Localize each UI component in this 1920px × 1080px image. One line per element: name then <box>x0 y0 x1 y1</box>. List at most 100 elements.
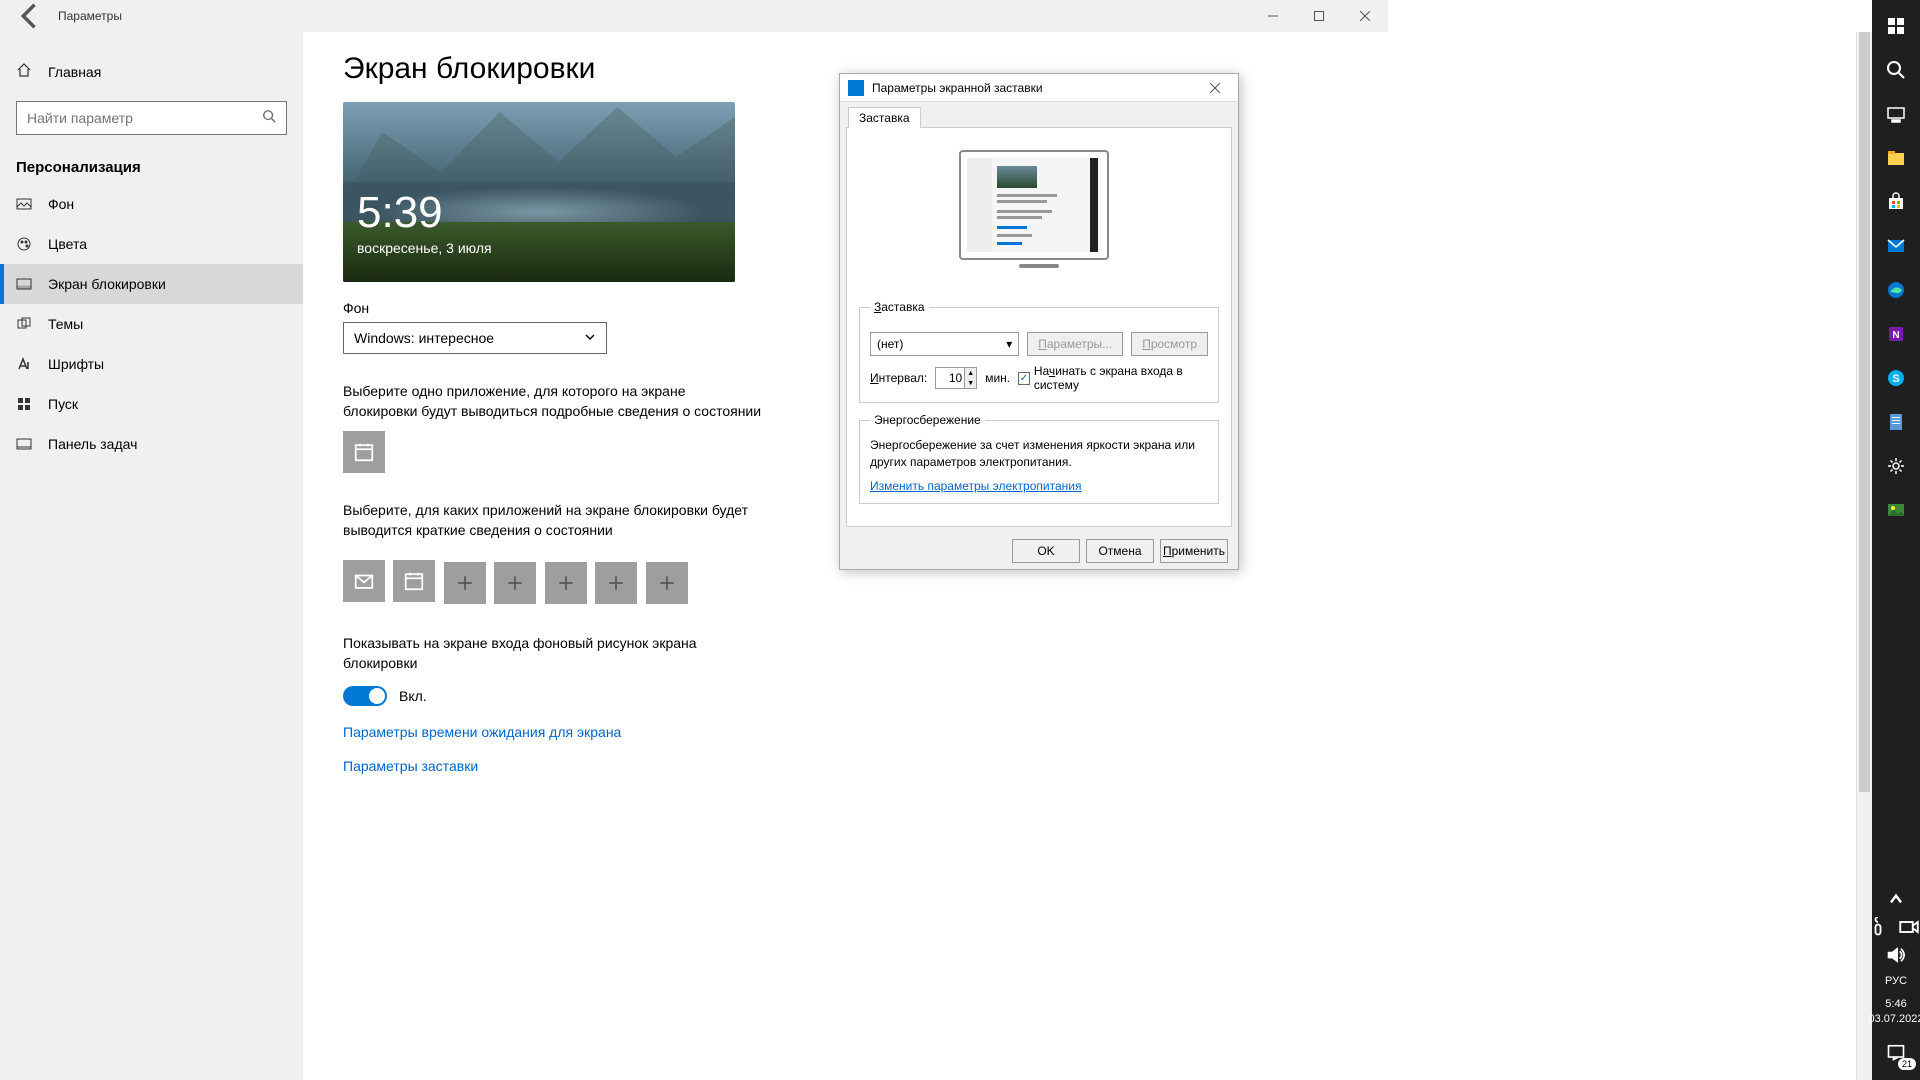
interval-spinner[interactable]: ▲▼ <box>935 367 977 389</box>
cancel-button[interactable]: Отмена <box>1086 539 1154 563</box>
brief-app-tile-mail[interactable] <box>343 560 385 602</box>
combo-value: (нет) <box>877 337 903 351</box>
power-settings-link[interactable]: Изменить параметры электропитания <box>870 479 1081 493</box>
search-box[interactable] <box>16 101 287 135</box>
palette-icon <box>16 236 34 252</box>
nav-lockscreen[interactable]: Экран блокировки <box>0 264 303 304</box>
taskbar-mail[interactable] <box>1872 224 1920 268</box>
minimize-button[interactable] <box>1250 0 1296 32</box>
themes-icon <box>16 316 34 332</box>
dialog-titlebar: Параметры экранной заставки <box>840 74 1238 102</box>
lockscreen-icon <box>16 276 34 292</box>
taskbar: N S РУС 5:46 03.07.2022 <box>1872 0 1920 1080</box>
taskbar-search[interactable] <box>1872 48 1920 92</box>
screensaver-combo[interactable]: (нет) ▾ <box>870 332 1019 356</box>
power-text: Энергосбережение за счет изменения яркос… <box>870 437 1208 471</box>
nav-start[interactable]: Пуск <box>0 384 303 424</box>
nav-label: Фон <box>48 196 74 212</box>
checkbox-icon: ✓ <box>1018 372 1030 385</box>
detailed-app-tile[interactable] <box>343 431 385 473</box>
sidebar: Главная Персонализация Фон Цвета Экран б… <box>0 32 303 1080</box>
nav-label: Цвета <box>48 236 87 252</box>
home-link[interactable]: Главная <box>0 52 303 91</box>
start-button[interactable] <box>1872 4 1920 48</box>
group-label: Заставка <box>870 300 929 314</box>
taskbar-icon <box>16 436 34 452</box>
toggle-desc: Показывать на экране входа фоновый рисун… <box>343 634 763 673</box>
dialog-close-button[interactable] <box>1200 76 1230 100</box>
dialog-title: Параметры экранной заставки <box>872 81 1043 95</box>
brief-app-tile-add[interactable] <box>595 562 637 604</box>
taskbar-app-notepad[interactable] <box>1872 400 1920 444</box>
taskbar-clock[interactable]: 5:46 03.07.2022 <box>1868 993 1920 1030</box>
ok-button[interactable]: OK <box>1012 539 1080 563</box>
checkbox-label: Начинать с экрана входа в систему <box>1034 364 1208 392</box>
brief-status-label: Выберите, для каких приложений на экране… <box>343 501 763 540</box>
resume-checkbox[interactable]: ✓ Начинать с экрана входа в систему <box>1018 364 1208 392</box>
taskbar-explorer[interactable] <box>1872 136 1920 180</box>
nav-taskbar[interactable]: Панель задач <box>0 424 303 464</box>
dialog-icon <box>848 80 864 96</box>
chevron-down-icon: ▾ <box>1006 337 1012 351</box>
brief-app-tile-calendar[interactable] <box>393 560 435 602</box>
apply-button[interactable]: Применить <box>1160 539 1228 563</box>
spin-up[interactable]: ▲ <box>965 368 976 378</box>
lockscreen-preview: 5:39 воскресенье, 3 июля <box>343 102 735 282</box>
taskbar-meet-now[interactable] <box>1872 913 1920 941</box>
brief-app-tile-add[interactable] <box>545 562 587 604</box>
screensaver-preview-monitor <box>959 150 1119 280</box>
taskbar-time: 5:46 <box>1868 997 1920 1011</box>
taskbar-settings[interactable] <box>1872 444 1920 488</box>
chevron-down-icon <box>584 330 596 346</box>
detailed-status-label: Выберите одно приложение, для которого н… <box>343 382 763 421</box>
link-screen-timeout[interactable]: Параметры времени ожидания для экрана <box>343 724 1348 740</box>
interval-input[interactable] <box>936 368 964 388</box>
back-button[interactable] <box>12 0 48 32</box>
dropdown-value: Windows: интересное <box>354 330 494 346</box>
taskbar-volume[interactable] <box>1872 941 1920 969</box>
brief-app-tile-add[interactable] <box>444 562 486 604</box>
scrollbar[interactable] <box>1856 32 1872 1080</box>
picture-icon <box>16 196 34 212</box>
taskbar-store[interactable] <box>1872 180 1920 224</box>
dialog-tab[interactable]: Заставка <box>848 107 921 128</box>
screensaver-group: Заставка (нет) ▾ Параметры... Просмотр И… <box>859 300 1219 403</box>
link-screensaver-settings[interactable]: Параметры заставки <box>343 758 1348 774</box>
svg-text:S: S <box>1892 373 1899 385</box>
home-icon <box>16 62 34 81</box>
nav-label: Пуск <box>48 396 78 412</box>
start-icon <box>16 396 34 412</box>
brief-app-tile-add[interactable] <box>494 562 536 604</box>
taskbar-language[interactable]: РУС <box>1885 969 1907 993</box>
interval-label: Интервал: <box>870 371 927 385</box>
taskbar-onenote[interactable]: N <box>1872 312 1920 356</box>
taskbar-app-photos[interactable] <box>1872 488 1920 532</box>
taskbar-skype[interactable]: S <box>1872 356 1920 400</box>
signin-bg-toggle[interactable] <box>343 686 387 706</box>
search-icon <box>262 109 276 128</box>
nav-fonts[interactable]: Шрифты <box>0 344 303 384</box>
taskbar-taskview[interactable] <box>1872 92 1920 136</box>
nav-background[interactable]: Фон <box>0 184 303 224</box>
params-button: Параметры... <box>1027 332 1123 356</box>
interval-unit: мин. <box>985 371 1010 385</box>
taskbar-show-hidden[interactable] <box>1872 885 1920 913</box>
brief-app-tile-add[interactable] <box>646 562 688 604</box>
search-input[interactable] <box>27 110 262 126</box>
taskbar-edge[interactable] <box>1872 268 1920 312</box>
spin-down[interactable]: ▼ <box>965 378 976 388</box>
nav-themes[interactable]: Темы <box>0 304 303 344</box>
close-button[interactable] <box>1342 0 1388 32</box>
nav-colors[interactable]: Цвета <box>0 224 303 264</box>
maximize-button[interactable] <box>1296 0 1342 32</box>
window-title: Параметры <box>58 9 122 23</box>
background-dropdown[interactable]: Windows: интересное <box>343 322 607 354</box>
nav-label: Экран блокировки <box>48 276 166 292</box>
svg-text:N: N <box>1892 330 1899 341</box>
taskbar-notifications[interactable] <box>1872 1030 1920 1074</box>
screensaver-dialog: Параметры экранной заставки Заставка Зас… <box>839 73 1239 570</box>
scrollbar-thumb[interactable] <box>1859 32 1870 792</box>
fonts-icon <box>16 356 34 372</box>
toggle-value: Вкл. <box>399 688 427 704</box>
titlebar: Параметры <box>0 0 1388 32</box>
